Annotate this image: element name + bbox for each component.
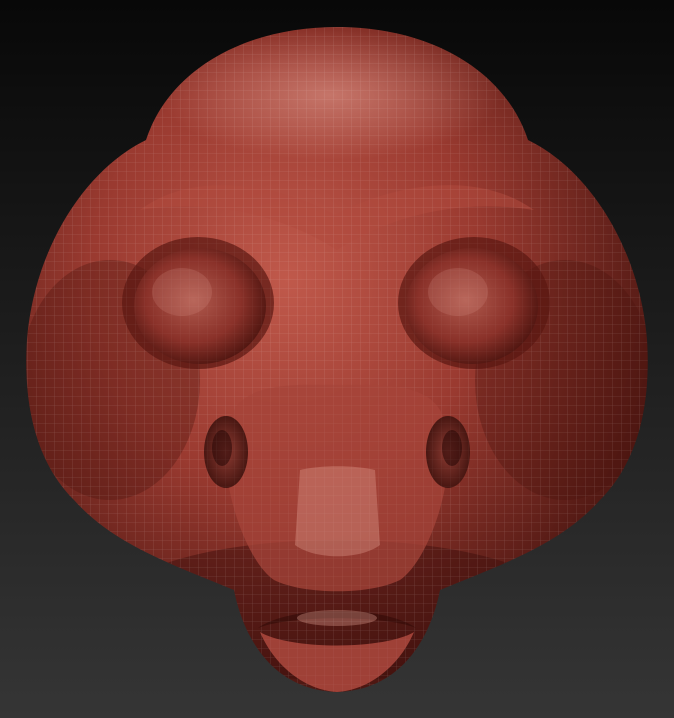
feature-wireframe-overlay — [26, 27, 648, 692]
sculpt-viewport[interactable] — [0, 0, 674, 718]
head-model-render — [26, 27, 648, 692]
